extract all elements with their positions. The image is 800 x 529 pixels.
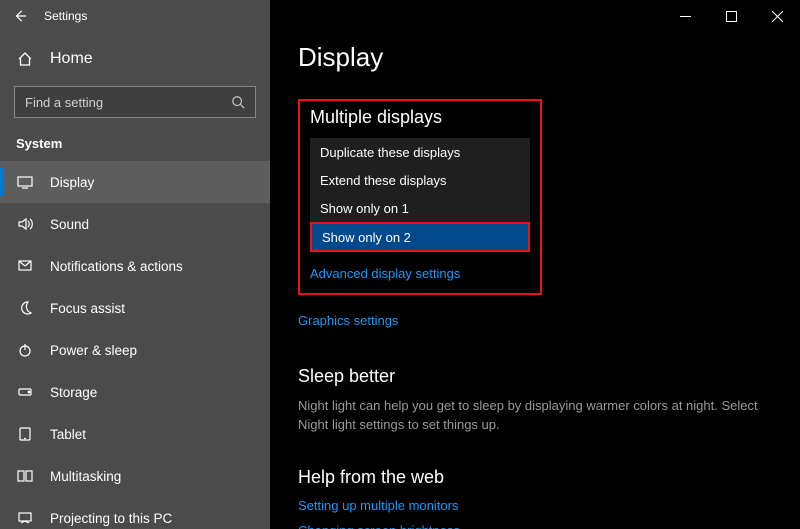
- display-option-show-only-1[interactable]: Show only on 1: [310, 194, 530, 222]
- display-option-show-only-2[interactable]: Show only on 2: [310, 222, 530, 252]
- sidebar-item-label: Focus assist: [50, 301, 125, 316]
- search-icon: [231, 95, 245, 109]
- power-icon: [16, 342, 34, 358]
- help-section: Help from the web Setting up multiple mo…: [298, 467, 772, 529]
- maximize-icon: [726, 11, 737, 22]
- close-button[interactable]: [754, 0, 800, 32]
- sleep-better-body: Night light can help you get to sleep by…: [298, 397, 758, 435]
- sidebar-item-notifications[interactable]: Notifications & actions: [0, 245, 270, 287]
- sidebar-item-focus-assist[interactable]: Focus assist: [0, 287, 270, 329]
- sidebar-item-storage[interactable]: Storage: [0, 371, 270, 413]
- sidebar-item-label: Projecting to this PC: [50, 511, 172, 526]
- storage-icon: [16, 384, 34, 400]
- sidebar-item-display[interactable]: Display: [0, 161, 270, 203]
- help-link-brightness[interactable]: Changing screen brightness: [298, 523, 772, 529]
- sidebar-item-label: Display: [50, 175, 94, 190]
- sidebar-item-projecting[interactable]: Projecting to this PC: [0, 497, 270, 529]
- maximize-button[interactable]: [708, 0, 754, 32]
- back-button[interactable]: [0, 0, 40, 32]
- help-link-multiple-monitors[interactable]: Setting up multiple monitors: [298, 498, 772, 513]
- display-option-extend[interactable]: Extend these displays: [310, 166, 530, 194]
- content-area: Display Multiple displays Duplicate thes…: [270, 0, 800, 529]
- projecting-icon: [16, 510, 34, 526]
- sidebar-item-label: Notifications & actions: [50, 259, 183, 274]
- focus-assist-icon: [16, 300, 34, 316]
- multiple-displays-dropdown[interactable]: Duplicate these displays Extend these di…: [310, 138, 530, 252]
- sidebar: Home System Display Sound Notifications …: [0, 0, 270, 529]
- sidebar-item-tablet[interactable]: Tablet: [0, 413, 270, 455]
- home-label: Home: [50, 50, 93, 68]
- sidebar-item-multitasking[interactable]: Multitasking: [0, 455, 270, 497]
- multiple-displays-heading: Multiple displays: [310, 107, 530, 128]
- sidebar-item-label: Sound: [50, 217, 89, 232]
- sleep-better-section: Sleep better Night light can help you ge…: [298, 366, 772, 435]
- notifications-icon: [16, 258, 34, 274]
- graphics-settings-link[interactable]: Graphics settings: [298, 313, 398, 328]
- sidebar-item-label: Tablet: [50, 427, 86, 442]
- arrow-left-icon: [13, 9, 27, 23]
- minimize-button[interactable]: [662, 0, 708, 32]
- tablet-icon: [16, 426, 34, 442]
- titlebar: Settings: [0, 0, 800, 32]
- page-title: Display: [298, 42, 772, 73]
- sound-icon: [16, 216, 34, 232]
- sleep-better-heading: Sleep better: [298, 366, 772, 387]
- home-icon: [16, 51, 34, 67]
- sidebar-item-power-sleep[interactable]: Power & sleep: [0, 329, 270, 371]
- help-heading: Help from the web: [298, 467, 772, 488]
- home-button[interactable]: Home: [0, 40, 270, 78]
- close-icon: [772, 11, 783, 22]
- display-icon: [16, 174, 34, 190]
- minimize-icon: [680, 11, 691, 22]
- advanced-display-settings-link[interactable]: Advanced display settings: [310, 266, 460, 281]
- sidebar-section-label: System: [0, 128, 270, 161]
- multiple-displays-highlight: Multiple displays Duplicate these displa…: [298, 99, 542, 295]
- sidebar-item-sound[interactable]: Sound: [0, 203, 270, 245]
- display-option-duplicate[interactable]: Duplicate these displays: [310, 138, 530, 166]
- window-title: Settings: [44, 9, 87, 23]
- sidebar-item-label: Storage: [50, 385, 97, 400]
- multitasking-icon: [16, 468, 34, 484]
- sidebar-item-label: Multitasking: [50, 469, 121, 484]
- sidebar-item-label: Power & sleep: [50, 343, 137, 358]
- search-input[interactable]: [25, 95, 231, 110]
- search-box[interactable]: [14, 86, 256, 118]
